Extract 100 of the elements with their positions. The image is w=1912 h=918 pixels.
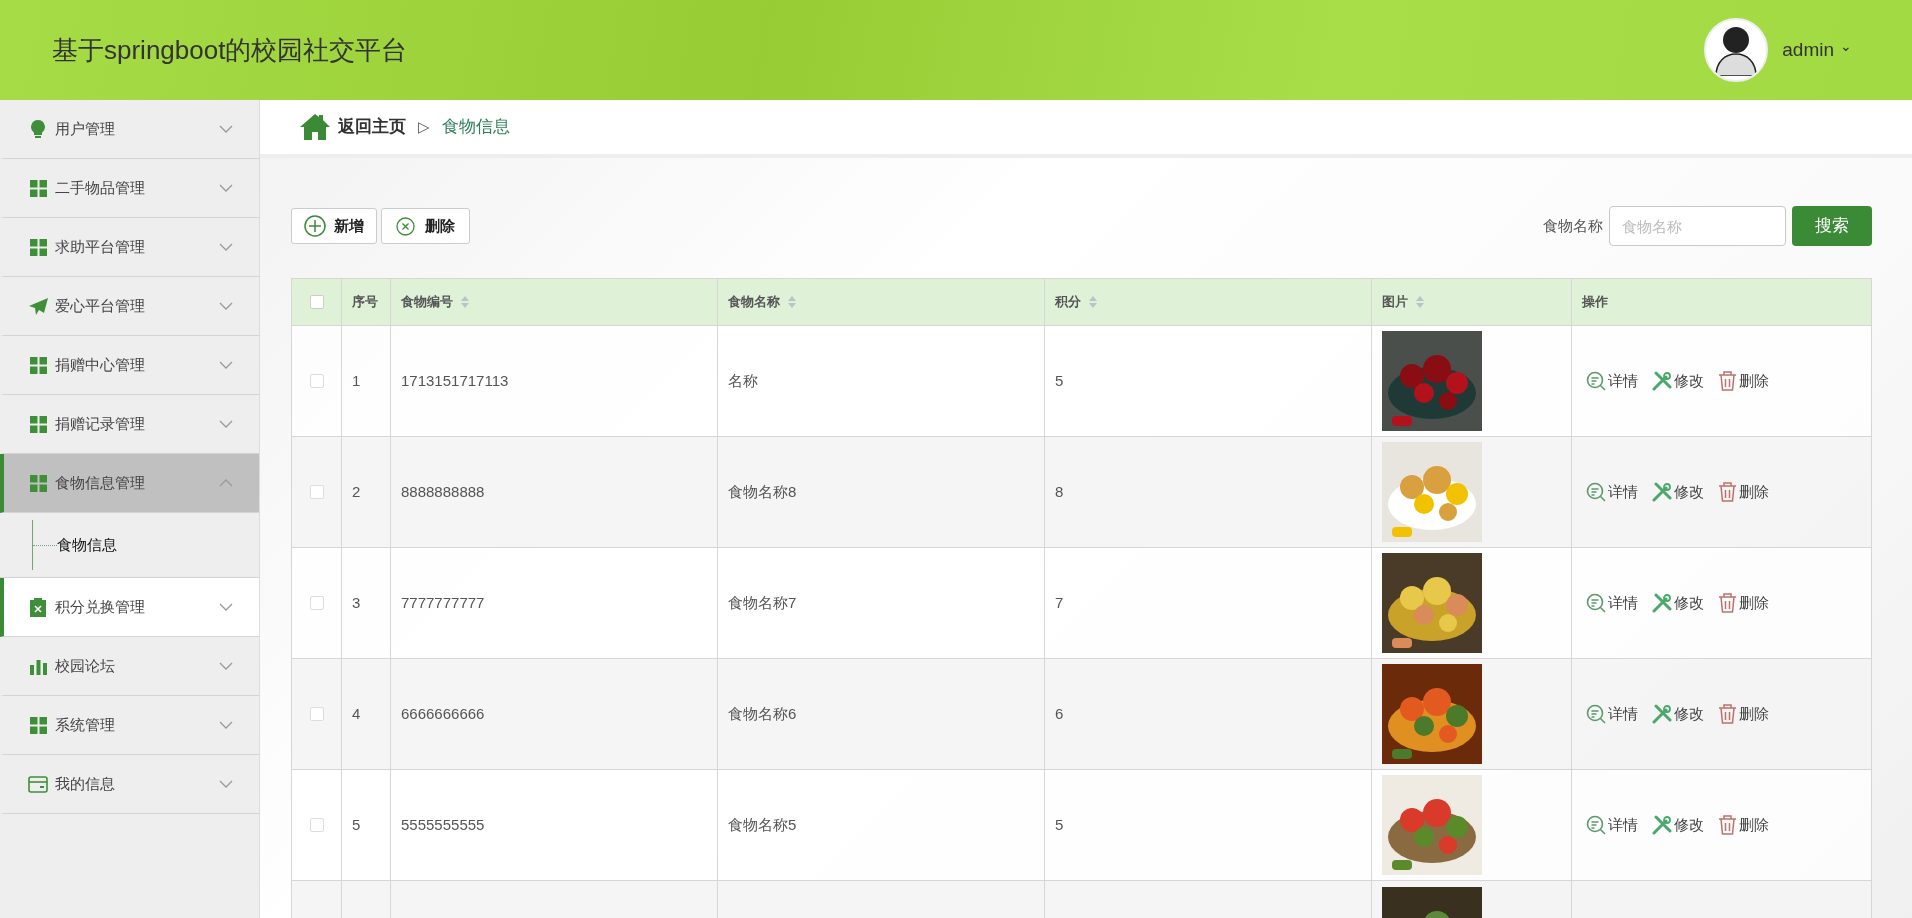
table-cell-text: 食物名称8 [728,481,797,502]
edit-link[interactable]: 修改 [1652,591,1704,615]
user-menu[interactable]: admin ⌄ [1782,35,1852,65]
sidebar-item[interactable]: 我的信息 [0,755,259,814]
chevron-down-icon [219,361,233,369]
delete-link[interactable]: 删除 [1718,702,1769,726]
sidebar-item[interactable]: 食物信息管理 [0,454,259,513]
person-silhouette-icon [1714,24,1759,76]
sort-icon[interactable] [1089,296,1097,308]
edit-link[interactable]: 修改 [1652,813,1704,837]
clipboard-icon [30,597,46,617]
grid-icon [29,415,47,433]
row-checkbox[interactable] [309,818,324,832]
chevron-down-icon [219,780,233,788]
sidebar-label: 爱心平台管理 [55,295,146,316]
tools-icon [1652,815,1672,835]
table-cell-text: 名称 [728,370,758,391]
delete-button[interactable]: 删除 [381,208,470,244]
column-header: 图片 [1382,293,1408,312]
home-icon[interactable] [300,114,330,140]
trash-icon [1718,704,1737,724]
edit-link[interactable]: 修改 [1652,702,1704,726]
grid-icon [29,179,47,197]
chevron-down-icon [219,420,233,428]
chevron-down-icon [219,302,233,310]
trash-icon [1718,371,1737,391]
search-field[interactable]: 食物名称 [1609,206,1786,246]
add-button[interactable]: 新增 [291,208,377,244]
sidebar-label: 捐赠记录管理 [55,413,146,434]
search-detail-icon [1586,815,1606,835]
detail-link[interactable]: 详情 [1586,702,1638,726]
lightbulb-icon [30,120,46,138]
chevron-down-icon [219,662,233,670]
breadcrumb-home[interactable]: 返回主页 [338,114,406,140]
grid-icon [29,238,47,256]
detail-link[interactable]: 详情 [1586,369,1638,393]
row-checkbox[interactable] [309,485,324,499]
sidebar-item[interactable]: 求助平台管理 [0,218,259,277]
column-header: 积分 [1055,293,1081,312]
plus-circle-icon [304,215,326,237]
sidebar-item[interactable]: 爱心平台管理 [0,277,259,336]
tools-icon [1652,371,1672,391]
search-detail-icon [1586,482,1606,502]
sidebar-item[interactable]: 系统管理 [0,696,259,755]
table-cell-text: 5 [352,814,361,835]
sidebar-label: 我的信息 [55,773,116,794]
detail-link[interactable]: 详情 [1586,480,1638,504]
card-icon [28,775,48,793]
edit-link[interactable]: 修改 [1652,480,1704,504]
column-header: 操作 [1582,293,1608,312]
table-cell-text: 2 [352,481,361,502]
sidebar-item[interactable]: 积分兑换管理 [0,578,259,637]
row-checkbox[interactable] [309,374,324,388]
chevron-down-icon [219,243,233,251]
sidebar-item[interactable]: 校园论坛 [0,637,259,696]
sort-icon[interactable] [788,296,796,308]
delete-link[interactable]: 删除 [1718,369,1769,393]
grid-icon [29,716,47,734]
column-header: 序号 [352,293,378,312]
table-cell-text: 食物名称7 [728,592,797,613]
tools-icon [1652,482,1672,502]
delete-link[interactable]: 删除 [1718,813,1769,837]
submenu-item[interactable]: 食物信息 [57,533,117,557]
table-cell-text: 食物名称5 [728,814,797,835]
chevron-down-icon [219,721,233,729]
detail-link[interactable]: 详情 [1586,591,1638,615]
row-checkbox[interactable] [309,596,324,610]
sidebar-label: 系统管理 [55,714,116,735]
trash-icon [1718,593,1737,613]
chevron-up-icon [219,479,233,487]
sidebar-label: 二手物品管理 [55,177,146,198]
search-detail-icon [1586,593,1606,613]
sort-icon[interactable] [1416,296,1424,308]
breadcrumb-current: 食物信息 [442,116,510,139]
sidebar-item[interactable]: 用户管理 [0,100,259,159]
sidebar-item[interactable]: 二手物品管理 [0,159,259,218]
column-header: 食物名称 [728,293,780,312]
breadcrumb-separator: ▷ [418,116,430,137]
sort-icon[interactable] [461,296,469,308]
table-cell-text: 5 [1055,814,1064,835]
trash-icon [1718,815,1737,835]
tools-icon [1652,593,1672,613]
delete-link[interactable]: 删除 [1718,480,1769,504]
table-cell-text: 7777777777 [401,592,485,613]
row-checkbox[interactable] [309,707,324,721]
table-cell-text: 4 [352,703,361,724]
table-cell-text: 1 [352,370,361,391]
delete-link[interactable]: 删除 [1718,591,1769,615]
table-cell-text: 6 [1055,703,1064,724]
sidebar-label: 积分兑换管理 [55,596,146,617]
table-cell-text: 食物名称6 [728,703,797,724]
edit-link[interactable]: 修改 [1652,369,1704,393]
search-detail-icon [1586,704,1606,724]
sidebar-label: 捐赠中心管理 [55,354,146,375]
table-cell-text: 6666666666 [401,703,485,724]
search-label: 食物名称 [1543,215,1603,236]
search-button[interactable]: 搜索 [1792,206,1872,246]
detail-link[interactable]: 详情 [1586,813,1638,837]
sidebar-item[interactable]: 捐赠中心管理 [0,336,259,395]
select-all-checkbox[interactable] [309,295,324,309]
